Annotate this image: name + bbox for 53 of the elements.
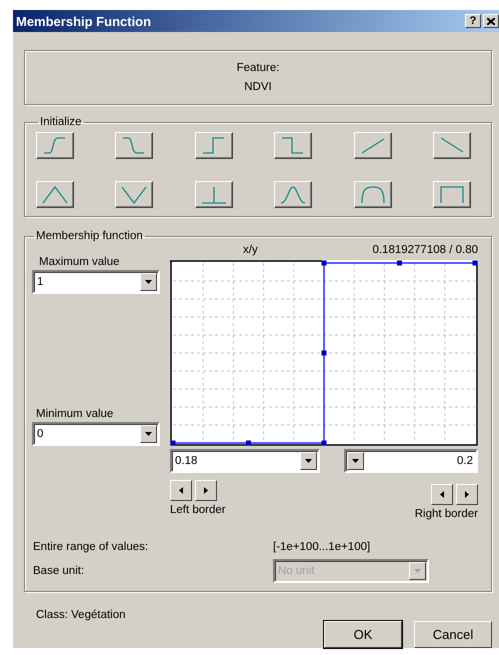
left-border-dropdown[interactable]: 0.18 <box>170 449 320 473</box>
right-arrow-button[interactable] <box>195 480 217 501</box>
group-title: Initialize <box>39 116 83 128</box>
dropdown-button[interactable] <box>140 425 157 443</box>
feature-value: NDVI <box>244 81 272 93</box>
shape-button[interactable] <box>432 132 471 159</box>
dialog-button[interactable]: Cancel <box>414 621 492 648</box>
minimum-value-dropdown[interactable]: 0 <box>32 422 160 446</box>
down-arrow-icon <box>305 459 312 463</box>
feature-label: Feature: <box>236 62 280 74</box>
dropdown-button[interactable] <box>300 452 317 470</box>
shape-button[interactable] <box>354 132 392 159</box>
axis-label: x/y <box>243 244 258 256</box>
shape-button[interactable] <box>115 181 154 208</box>
close-button[interactable] <box>483 14 499 28</box>
shape-button[interactable] <box>115 132 154 159</box>
left-triangle-icon <box>179 487 183 494</box>
shape-button[interactable] <box>354 181 392 208</box>
right-border-label: Right border <box>414 508 478 520</box>
help-button[interactable]: ? <box>465 14 481 28</box>
down-arrow-icon <box>145 280 152 284</box>
right-arrow-button[interactable] <box>456 484 478 505</box>
dropdown-button[interactable] <box>140 273 157 291</box>
maximum-value-dropdown[interactable]: 1 <box>32 270 160 294</box>
right-triangle-icon <box>204 487 208 494</box>
left-arrow-button[interactable] <box>431 484 453 505</box>
dialog-button[interactable]: OK <box>324 621 402 648</box>
window-title: Membership Function <box>16 14 152 28</box>
down-arrow-icon <box>145 432 152 436</box>
down-arrow-icon <box>352 459 359 463</box>
left-border-label: Left border <box>170 504 226 516</box>
right-triangle-icon <box>465 491 469 498</box>
right-border-dropdown[interactable]: 0.2 <box>344 449 478 473</box>
shape-button[interactable] <box>194 181 233 208</box>
class-label: Class: Vegétation <box>36 609 127 621</box>
range-value: [-1e+100...1e+100] <box>273 541 372 553</box>
shape-button[interactable] <box>274 181 312 208</box>
shape-button[interactable] <box>36 132 74 159</box>
minimum-value-label: Minimum value <box>36 408 114 420</box>
base-unit-label: Base unit: <box>33 565 86 577</box>
range-label: Entire range of values: <box>33 541 150 553</box>
maximum-value-label: Maximum value <box>39 256 121 268</box>
shape-button[interactable] <box>194 132 233 159</box>
shape-button[interactable] <box>432 181 471 208</box>
shape-button[interactable] <box>274 132 312 159</box>
cursor-reading: 0.1819277108 / 0.80 <box>372 244 478 256</box>
group-title: Membership function <box>35 230 144 242</box>
left-arrow-button[interactable] <box>170 480 192 501</box>
shape-button[interactable] <box>36 181 74 208</box>
left-triangle-icon <box>440 491 444 498</box>
close-icon <box>487 18 495 24</box>
dropdown-button[interactable] <box>347 452 364 470</box>
down-arrow-icon <box>414 569 421 573</box>
